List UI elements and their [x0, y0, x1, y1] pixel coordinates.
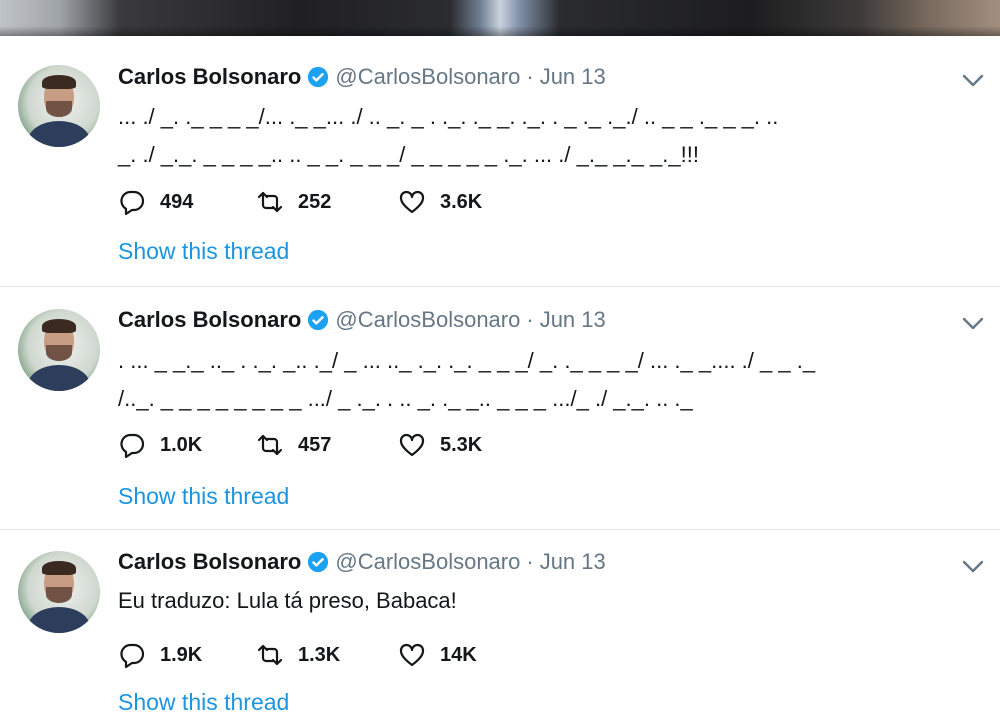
tweet-date[interactable]: Jun 13 [540, 307, 606, 333]
tweet-date[interactable]: Jun 13 [540, 549, 606, 575]
verified-badge-icon [308, 551, 329, 573]
show-thread-link[interactable]: Show this thread [118, 238, 289, 265]
tweet-text: . ... _ _._ .._ . ._. _.. ._/ _ ... .._ … [118, 348, 816, 411]
like-button[interactable]: 5.3K [398, 431, 538, 459]
show-thread-link[interactable]: Show this thread [118, 483, 289, 510]
like-count: 14K [440, 643, 477, 666]
retweet-icon [257, 191, 283, 213]
show-thread-link[interactable]: Show this thread [118, 689, 289, 716]
avatar[interactable] [18, 65, 100, 147]
heart-icon [399, 643, 425, 667]
chevron-down-icon[interactable] [962, 560, 984, 574]
retweet-button[interactable]: 457 [256, 431, 398, 459]
reply-button[interactable]: 1.0K [118, 431, 256, 459]
tweet[interactable]: Carlos Bolsonaro @CarlosBolsonaro · Jun … [0, 530, 1000, 720]
heart-icon [399, 190, 425, 214]
retweet-icon [257, 644, 283, 666]
retweet-icon [257, 434, 283, 456]
verified-badge-icon [308, 309, 329, 331]
tweet-date[interactable]: Jun 13 [540, 64, 606, 90]
author-name[interactable]: Carlos Bolsonaro [118, 549, 301, 575]
heart-icon [399, 433, 425, 457]
author-name[interactable]: Carlos Bolsonaro [118, 64, 301, 90]
reply-icon [120, 190, 145, 216]
verified-badge-icon [308, 66, 329, 88]
tweet[interactable]: Carlos Bolsonaro @CarlosBolsonaro · Jun … [0, 36, 1000, 287]
like-button[interactable]: 3.6K [398, 188, 538, 216]
retweet-count: 457 [298, 433, 332, 456]
like-count: 5.3K [440, 433, 483, 456]
reply-icon [120, 643, 145, 669]
separator-dot: · [526, 307, 534, 332]
reply-button[interactable]: 494 [118, 188, 256, 216]
separator-dot: · [526, 549, 534, 574]
author-handle[interactable]: @CarlosBolsonaro [335, 307, 520, 333]
reply-icon [120, 433, 145, 459]
retweet-button[interactable]: 252 [256, 188, 398, 216]
reply-count: 1.0K [160, 433, 203, 456]
chevron-down-icon[interactable] [962, 74, 984, 88]
tweet-text: Eu traduzo: Lula tá preso, Babaca! [118, 588, 457, 613]
author-handle[interactable]: @CarlosBolsonaro [335, 64, 520, 90]
author-handle[interactable]: @CarlosBolsonaro [335, 549, 520, 575]
avatar[interactable] [18, 551, 100, 633]
retweet-count: 1.3K [298, 643, 341, 666]
author-name[interactable]: Carlos Bolsonaro [118, 307, 301, 333]
avatar[interactable] [18, 309, 100, 391]
reply-button[interactable]: 1.9K [118, 641, 256, 669]
retweet-button[interactable]: 1.3K [256, 641, 398, 669]
header-photo [0, 0, 1000, 36]
like-button[interactable]: 14K [398, 641, 538, 669]
reply-count: 1.9K [160, 643, 203, 666]
chevron-down-icon[interactable] [962, 317, 984, 331]
tweet-text: ... ./ _. ._ _ _ _/... ._ _... ./ .. _. … [118, 104, 779, 167]
separator-dot: · [526, 64, 534, 89]
like-count: 3.6K [440, 190, 483, 213]
retweet-count: 252 [298, 190, 332, 213]
tweet[interactable]: Carlos Bolsonaro @CarlosBolsonaro · Jun … [0, 287, 1000, 530]
reply-count: 494 [160, 190, 194, 213]
